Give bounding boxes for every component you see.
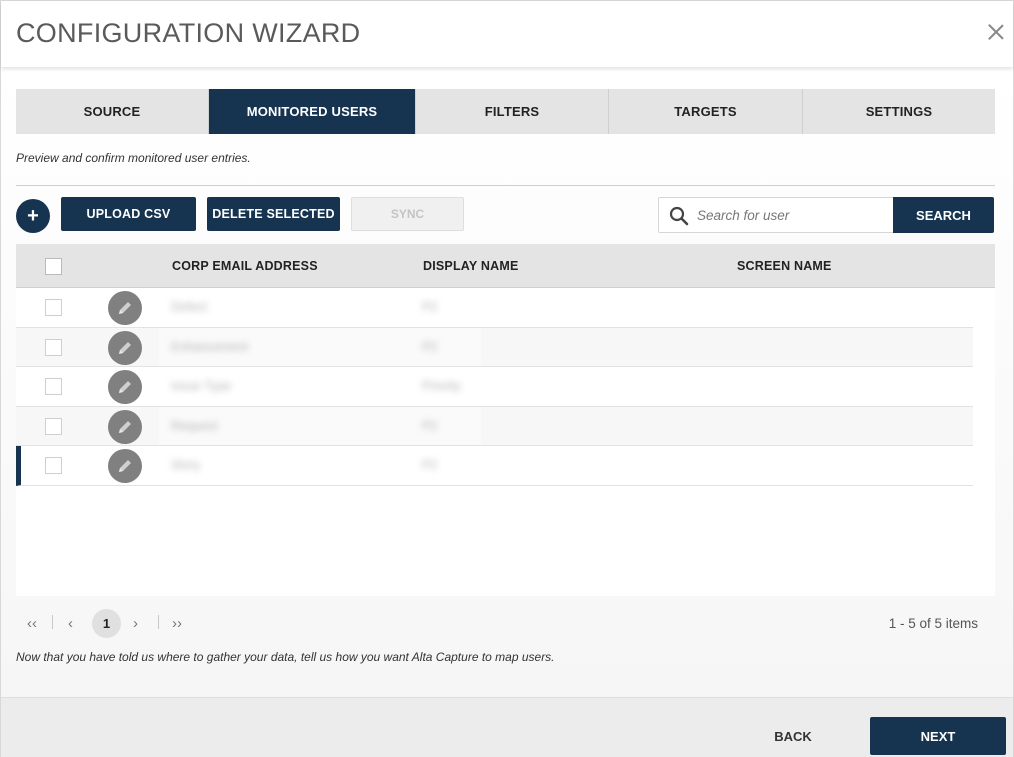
- tab-settings[interactable]: SETTINGS: [803, 89, 995, 134]
- delete-selected-button[interactable]: DELETE SELECTED: [207, 197, 340, 231]
- upload-csv-button[interactable]: UPLOAD CSV: [61, 197, 196, 231]
- search-icon: [669, 206, 689, 226]
- first-page-button[interactable]: ‹‹: [27, 615, 37, 632]
- row-checkbox[interactable]: [45, 378, 62, 395]
- pager-separator: [52, 615, 53, 629]
- row-checkbox[interactable]: [45, 338, 62, 356]
- pencil-icon[interactable]: [108, 330, 142, 365]
- wizard-header: CONFIGURATION WIZARD: [1, 1, 1013, 67]
- cell-email: Enhancement: [171, 339, 249, 354]
- page-number-current[interactable]: 1: [92, 609, 121, 638]
- footer-note: Now that you have told us where to gathe…: [16, 650, 555, 664]
- tab-filters[interactable]: FILTERS: [416, 89, 609, 134]
- pencil-icon[interactable]: [108, 370, 142, 404]
- sync-button: SYNC: [351, 197, 464, 231]
- table-row[interactable]: Defect P2: [16, 288, 973, 328]
- add-user-button[interactable]: +: [16, 199, 50, 233]
- select-all-checkbox[interactable]: [45, 258, 62, 275]
- tab-source[interactable]: SOURCE: [16, 89, 209, 134]
- last-page-button[interactable]: ››: [172, 615, 182, 632]
- table-row[interactable]: Issue Type Priority: [16, 367, 973, 407]
- pager: ‹‹ ‹ 1 › ›› 1 - 5 of 5 items: [16, 607, 995, 641]
- pager-info: 1 - 5 of 5 items: [888, 616, 978, 631]
- next-button[interactable]: NEXT: [870, 717, 1006, 755]
- table-row[interactable]: Enhancement P2: [16, 327, 973, 367]
- search-input[interactable]: [697, 198, 887, 232]
- row-checkbox[interactable]: [45, 457, 62, 474]
- search-button[interactable]: SEARCH: [893, 197, 994, 233]
- close-icon[interactable]: [985, 21, 1007, 43]
- divider: [16, 185, 995, 186]
- cell-email: Issue Type: [171, 379, 232, 393]
- cell-email: Request: [171, 418, 218, 433]
- intro-text: Preview and confirm monitored user entri…: [16, 151, 251, 165]
- table-row-selected[interactable]: Story P2: [16, 446, 973, 486]
- column-header-email[interactable]: CORP EMAIL ADDRESS: [172, 259, 318, 273]
- row-checkbox[interactable]: [45, 417, 62, 435]
- prev-page-button[interactable]: ‹: [68, 615, 73, 632]
- pencil-icon[interactable]: [108, 291, 142, 325]
- tab-monitored-users[interactable]: MONITORED USERS: [209, 89, 416, 134]
- column-header-display-name[interactable]: DISPLAY NAME: [423, 259, 518, 273]
- cell-email: Defect: [171, 300, 208, 314]
- cell-email: Story: [171, 458, 201, 472]
- back-button[interactable]: BACK: [749, 717, 837, 755]
- pager-separator: [158, 615, 159, 629]
- cell-display-name: P2: [422, 458, 438, 472]
- tab-targets[interactable]: TARGETS: [609, 89, 803, 134]
- wizard-footer: BACK NEXT: [1, 697, 1013, 757]
- grid-header: CORP EMAIL ADDRESS DISPLAY NAME SCREEN N…: [16, 244, 995, 288]
- cell-display-name: P2: [422, 339, 438, 354]
- wizard-body: SOURCE MONITORED USERS FILTERS TARGETS S…: [1, 67, 1013, 697]
- table-row[interactable]: Request P2: [16, 406, 973, 446]
- wizard-title: CONFIGURATION WIZARD: [16, 18, 361, 48]
- cell-display-name: P2: [422, 300, 438, 314]
- cell-display-name: P2: [422, 418, 438, 433]
- search-box: [658, 197, 894, 233]
- next-page-button[interactable]: ›: [133, 615, 138, 632]
- pencil-icon[interactable]: [108, 409, 142, 444]
- row-checkbox[interactable]: [45, 299, 62, 316]
- cell-display-name: Priority: [422, 379, 461, 393]
- wizard-tabs: SOURCE MONITORED USERS FILTERS TARGETS S…: [16, 89, 995, 134]
- users-grid: CORP EMAIL ADDRESS DISPLAY NAME SCREEN N…: [16, 244, 995, 596]
- pencil-icon[interactable]: [108, 449, 142, 483]
- column-header-screen-name[interactable]: SCREEN NAME: [737, 259, 832, 273]
- configuration-wizard: CONFIGURATION WIZARD SOURCE MONITORED US…: [0, 0, 1014, 757]
